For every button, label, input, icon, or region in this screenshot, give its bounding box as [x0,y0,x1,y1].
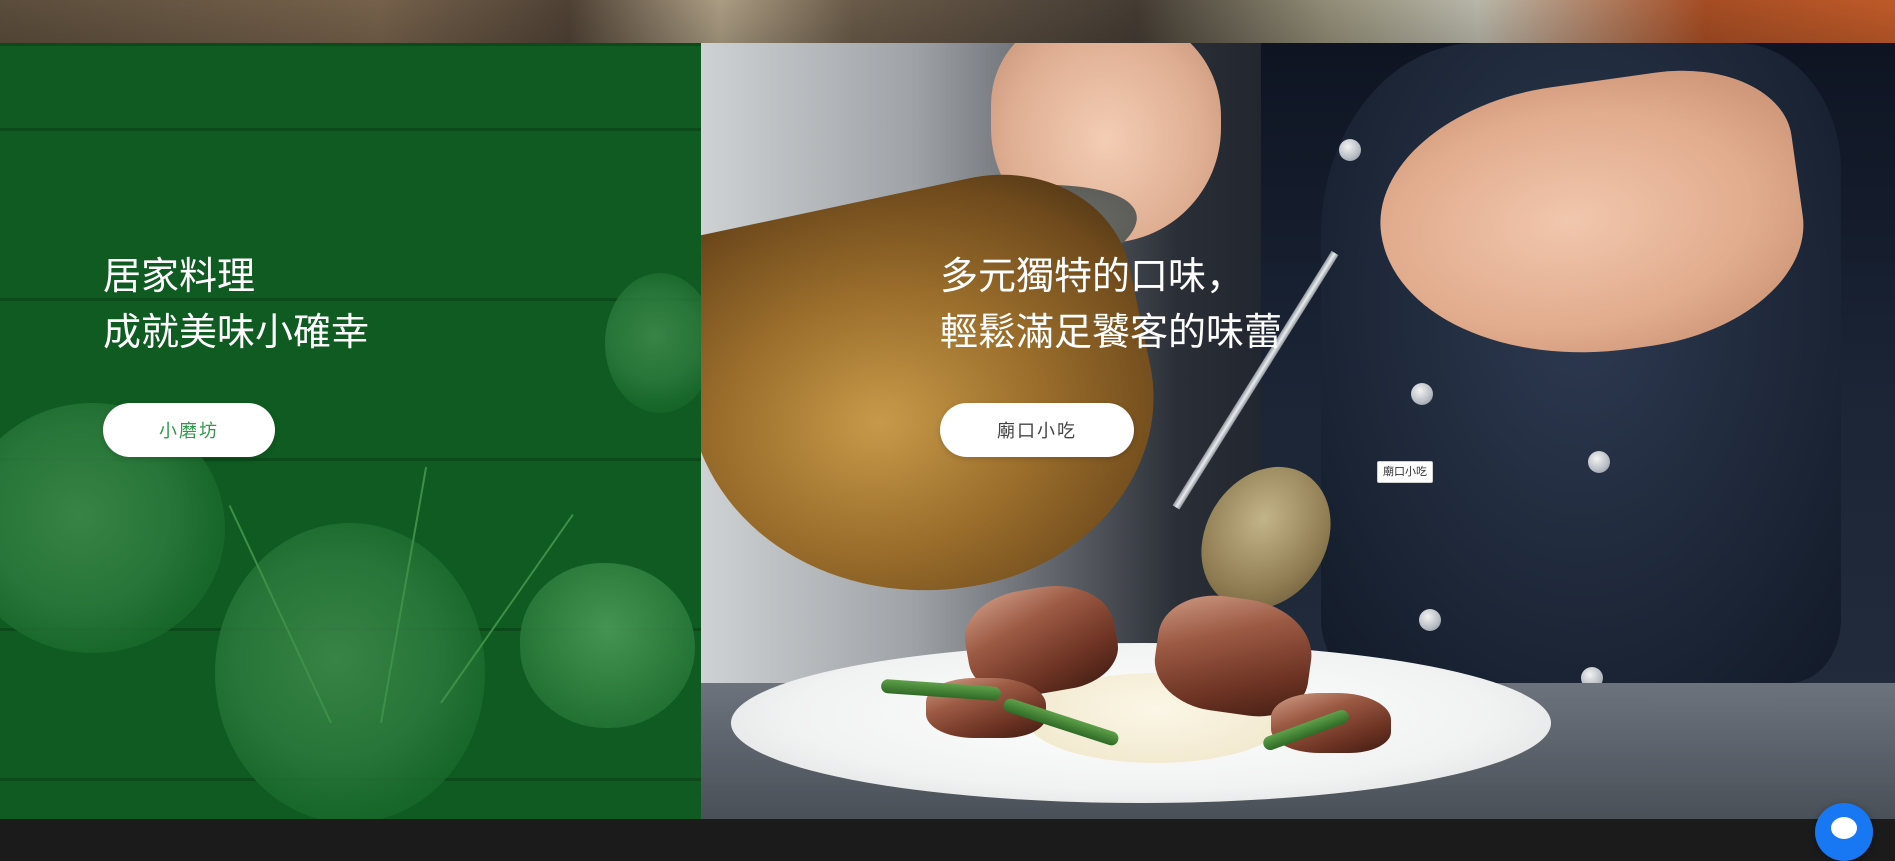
top-banner-shade [0,0,1895,43]
home-cooking-panel: 居家料理 成就美味小確幸 小磨坊 [0,43,701,819]
xiaomofang-button[interactable]: 小磨坊 [103,403,275,457]
heading-line: 成就美味小確幸 [103,310,370,354]
jacket-button [1339,139,1361,161]
heading-line: 多元獨特的口味， [940,254,1245,298]
street-food-heading: 多元獨特的口味， 輕鬆滿足饕客的味蕾 [940,248,1282,360]
heading-line: 輕鬆滿足饕客的味蕾 [940,310,1283,354]
garlic-decoration [520,563,695,728]
jacket-button [1419,609,1441,631]
jacket-button [1588,451,1610,473]
home-cooking-heading: 居家料理 成就美味小確幸 [103,248,369,360]
top-banner-image-strip [0,0,1895,43]
street-food-panel: 多元獨特的口味， 輕鬆滿足饕客的味蕾 廟口小吃 [701,43,1895,819]
jacket-button [1411,383,1433,405]
miaokou-snacks-button[interactable]: 廟口小吃 [940,403,1134,457]
wood-plank-line [0,128,701,131]
heading-line: 居家料理 [103,254,256,298]
button-tooltip: 廟口小吃 [1377,461,1433,483]
small-dish-decoration [605,273,701,413]
chat-bubble-icon[interactable] [1815,803,1873,861]
wood-plank-line [0,43,701,46]
herb-bowl-decoration [215,523,485,819]
